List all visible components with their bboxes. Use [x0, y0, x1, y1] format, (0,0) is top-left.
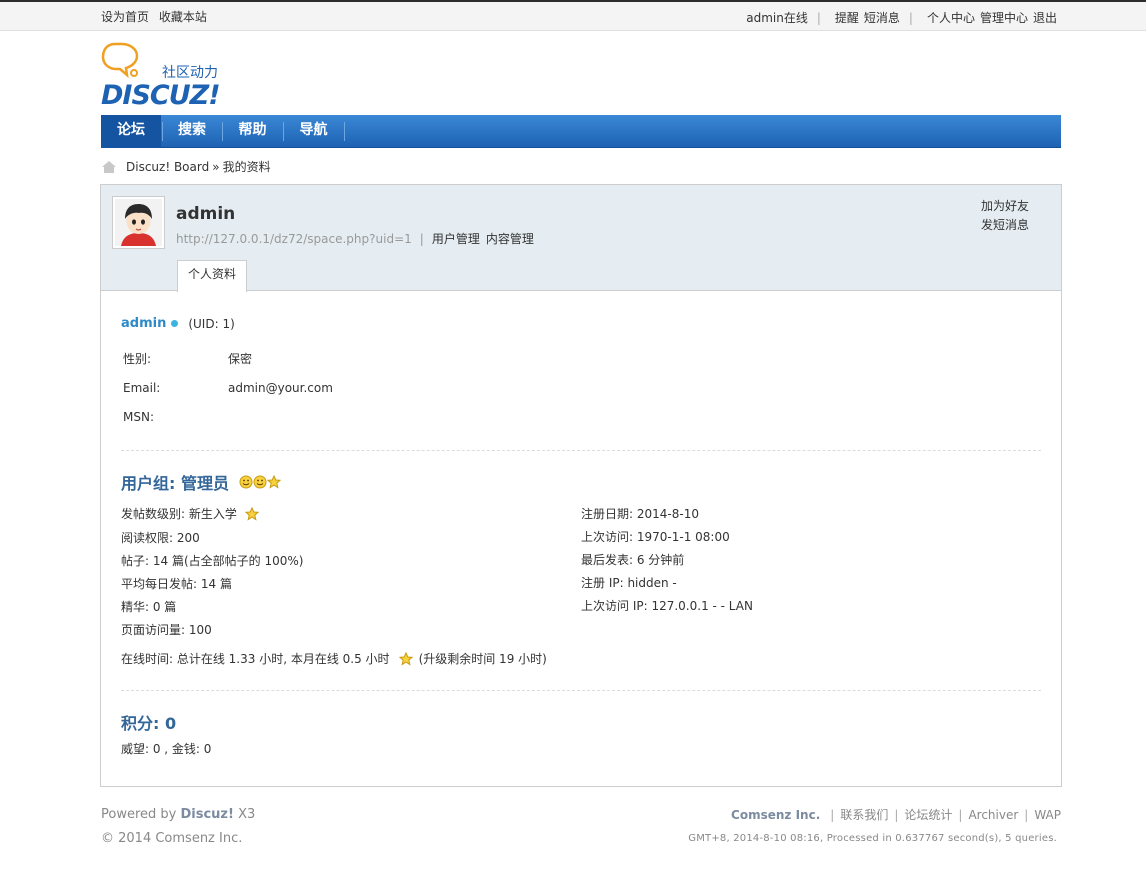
gender-value: 保密: [228, 352, 253, 366]
logo-graphic: 社区动力 DISCUZ!: [101, 42, 221, 111]
messages-link[interactable]: 短消息: [864, 9, 900, 26]
separator: |: [894, 807, 899, 822]
separator: |: [908, 10, 913, 25]
star-icon: [244, 506, 259, 521]
online-time-row: 在线时间: 总计在线 1.33 小时, 本月在线 0.5 小时 (升级剩余时间 …: [121, 650, 547, 667]
gender-row: 性别: 保密: [123, 350, 252, 367]
company-link[interactable]: Comsenz Inc.: [731, 808, 820, 822]
msn-row: MSN:: [123, 410, 228, 424]
logo-tagline: 社区动力: [162, 65, 218, 81]
online-user-link[interactable]: admin在线: [746, 9, 808, 26]
separator: |: [1024, 807, 1029, 822]
user-uid: (UID: 1): [188, 316, 235, 331]
top-bar: 设为首页 收藏本站 admin在线 | 提醒 短消息 | 个人中心 管理中心 退…: [0, 0, 1146, 31]
nav-separator: [344, 122, 345, 141]
archiver-link[interactable]: Archiver: [968, 808, 1018, 822]
divider: [121, 450, 1041, 451]
home-icon[interactable]: [101, 160, 117, 174]
email-value: admin@your.com: [228, 381, 333, 395]
add-friend-link[interactable]: 加为好友: [981, 197, 1029, 216]
digest-count: 精华: 0 篇: [121, 600, 177, 614]
user-name-link[interactable]: admin: [121, 316, 166, 331]
remind-link[interactable]: 提醒: [835, 9, 859, 26]
breadcrumb-board-link[interactable]: Discuz! Board: [126, 160, 209, 174]
powered-version: X3: [233, 807, 256, 822]
credits-detail: 威望: 0 , 金钱: 0: [121, 742, 212, 756]
post-count: 帖子: 14 篇(占全部帖子的 100%): [121, 554, 304, 568]
profile-header: admin http://127.0.0.1/dz72/space.php?ui…: [101, 185, 1061, 292]
online-time: 在线时间: 总计在线 1.33 小时, 本月在线 0.5 小时: [121, 652, 390, 666]
send-message-link[interactable]: 发短消息: [981, 216, 1029, 235]
footer-links: Comsenz Inc. | 联系我们 | 论坛统计 | Archiver | …: [731, 806, 1061, 823]
admin-center-link[interactable]: 管理中心: [980, 9, 1028, 26]
nav-item-help[interactable]: 帮助: [222, 115, 283, 148]
gender-label: 性别:: [123, 352, 152, 366]
daily-posts: 平均每日发帖: 14 篇: [121, 577, 232, 591]
user-summary: admin (UID: 1): [121, 316, 235, 331]
contact-link[interactable]: 联系我们: [840, 806, 888, 823]
logout-link[interactable]: 退出: [1033, 9, 1057, 26]
divider: [121, 690, 1041, 691]
breadcrumb-separator: »: [212, 159, 220, 174]
breadcrumb: Discuz! Board » 我的资料: [101, 158, 271, 175]
last-visit-ip: 上次访问 IP: 127.0.0.1 - - LAN: [581, 599, 753, 613]
last-post: 最后发表: 6 分钟前: [581, 553, 685, 567]
register-date: 注册日期: 2014-8-10: [581, 507, 699, 521]
register-ip: 注册 IP: hidden -: [581, 576, 677, 590]
post-level-row: 发帖数级别: 新生入学: [121, 505, 259, 522]
read-permission: 阅读权限: 200: [121, 531, 200, 545]
smiley-icon: [239, 475, 253, 489]
email-row: Email: admin@your.com: [123, 381, 333, 395]
separator: |: [419, 231, 424, 246]
profile-username: admin: [176, 204, 236, 224]
profile-actions: 加为好友 发短消息: [981, 197, 1029, 235]
set-home-link[interactable]: 设为首页: [101, 10, 149, 24]
profile-space-url[interactable]: http://127.0.0.1/dz72/space.php?uid=1: [176, 232, 412, 246]
copyright: © 2014 Comsenz Inc.: [101, 831, 243, 846]
forum-stats-link[interactable]: 论坛统计: [904, 806, 952, 823]
upgrade-time: (升级剩余时间 19 小时): [418, 652, 547, 666]
wap-link[interactable]: WAP: [1034, 808, 1061, 822]
powered-prefix: Powered by: [101, 807, 181, 822]
user-manage-link[interactable]: 用户管理: [432, 230, 480, 247]
credits-title: 积分: 0: [121, 714, 177, 733]
smiley-icon: [253, 475, 267, 489]
msn-label: MSN:: [123, 410, 154, 424]
powered-by: Powered by Discuz! X3: [101, 807, 255, 822]
processing-stats: GMT+8, 2014-8-10 08:16, Processed in 0.6…: [688, 833, 1057, 844]
main-nav: 论坛 搜索 帮助 导航: [101, 115, 1061, 148]
nav-item-forum[interactable]: 论坛: [101, 115, 161, 148]
group-icons: [239, 475, 281, 489]
bookmark-link[interactable]: 收藏本站: [159, 10, 207, 24]
profile-url-line: http://127.0.0.1/dz72/space.php?uid=1 | …: [176, 230, 540, 247]
breadcrumb-current: 我的资料: [222, 160, 271, 174]
nav-item-search[interactable]: 搜索: [162, 115, 222, 148]
profile-panel: admin http://127.0.0.1/dz72/space.php?ui…: [100, 184, 1062, 787]
user-group-label: 用户组: 管理员: [121, 474, 229, 493]
separator: |: [816, 10, 821, 25]
separator: |: [830, 807, 835, 822]
page-views: 页面访问量: 100: [121, 623, 212, 637]
site-logo[interactable]: 社区动力 DISCUZ!: [101, 40, 241, 111]
logo-brand: DISCUZ!: [101, 80, 220, 108]
online-status-icon: [171, 320, 179, 327]
powered-brand-link[interactable]: Discuz!: [180, 807, 233, 822]
star-icon: [398, 651, 413, 666]
post-level: 发帖数级别: 新生入学: [121, 507, 237, 521]
avatar[interactable]: [112, 196, 165, 249]
star-icon: [266, 475, 281, 489]
user-group-title: 用户组: 管理员: [121, 470, 281, 494]
topbar-right: admin在线 | 提醒 短消息 | 个人中心 管理中心 退出: [746, 9, 1057, 26]
nav-item-navigation[interactable]: 导航: [283, 115, 344, 148]
last-visit: 上次访问: 1970-1-1 08:00: [581, 530, 730, 544]
tab-profile[interactable]: 个人资料: [177, 260, 248, 292]
avatar-image: [115, 199, 162, 246]
user-center-link[interactable]: 个人中心: [927, 9, 975, 26]
content-manage-link[interactable]: 内容管理: [486, 230, 534, 247]
separator: |: [958, 807, 963, 822]
email-label: Email:: [123, 381, 161, 395]
topbar-left: 设为首页 收藏本站: [101, 8, 213, 25]
